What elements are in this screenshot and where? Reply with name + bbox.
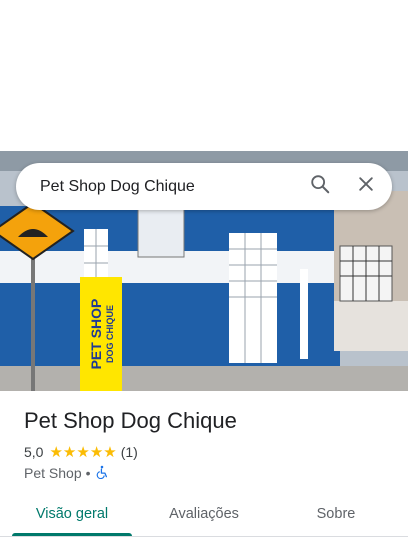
review-count[interactable]: (1) bbox=[121, 444, 138, 460]
place-tabs: Visão geral Avaliações Sobre bbox=[0, 492, 408, 536]
close-button[interactable] bbox=[346, 167, 386, 207]
star-icon: ★ bbox=[89, 443, 104, 461]
search-bar[interactable]: Pet Shop Dog Chique bbox=[16, 163, 392, 210]
tab-label: Visão geral bbox=[35, 506, 109, 522]
banner-text-1: PET SHOP bbox=[88, 299, 104, 370]
search-button[interactable] bbox=[300, 167, 340, 207]
wheelchair-accessible-icon bbox=[95, 465, 109, 482]
star-icon: ★ bbox=[103, 443, 117, 461]
category-row: Pet Shop • bbox=[24, 464, 109, 482]
place-category[interactable]: Pet Shop bbox=[24, 465, 82, 481]
separator: • bbox=[85, 465, 91, 481]
tab-overview[interactable]: Visão geral bbox=[0, 492, 144, 536]
tabs-divider bbox=[0, 536, 408, 537]
banner-text-2: DOG CHIQUE bbox=[105, 305, 115, 363]
star-icon: ★ bbox=[76, 443, 90, 461]
star-icon: ★ bbox=[62, 443, 77, 461]
tab-label: Avaliações bbox=[169, 506, 239, 522]
place-title: Pet Shop Dog Chique bbox=[24, 408, 237, 433]
rating-value: 5,0 bbox=[24, 444, 44, 460]
star-rating: ★ ★ ★ ★ ★ bbox=[49, 445, 116, 460]
tab-label: Sobre bbox=[316, 506, 356, 522]
rating-row[interactable]: 5,0 ★ ★ ★ ★ ★ (1) bbox=[24, 443, 138, 461]
map-blank-area bbox=[0, 0, 408, 151]
tab-reviews[interactable]: Avaliações bbox=[144, 492, 264, 536]
close-icon bbox=[356, 174, 376, 199]
search-icon bbox=[309, 173, 331, 200]
search-input[interactable]: Pet Shop Dog Chique bbox=[40, 178, 300, 196]
tab-about[interactable]: Sobre bbox=[264, 492, 408, 536]
star-icon: ★ bbox=[49, 443, 63, 461]
